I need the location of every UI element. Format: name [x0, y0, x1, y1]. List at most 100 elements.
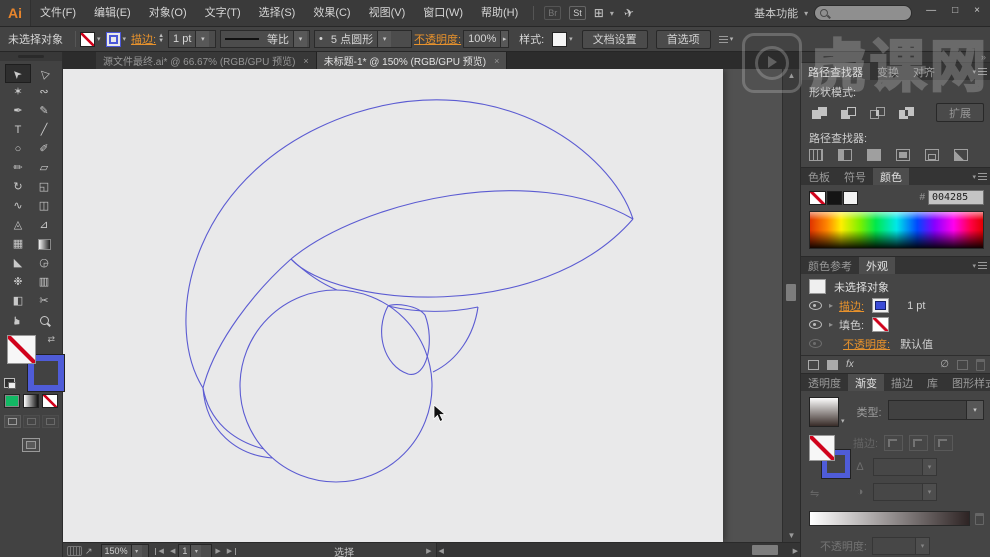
- horizontal-scrollbar[interactable]: ◀ ▶: [435, 543, 800, 557]
- merge-button[interactable]: [867, 149, 881, 161]
- tab-align[interactable]: 对齐: [906, 63, 942, 80]
- color-spectrum[interactable]: [809, 211, 984, 249]
- gradient-button[interactable]: [23, 394, 39, 408]
- draw-normal-button[interactable]: [3, 415, 21, 428]
- perspective-grid-tool[interactable]: ⊿: [31, 216, 57, 235]
- vertical-scrollbar[interactable]: ▲ ▼: [782, 69, 800, 543]
- tab-color[interactable]: 颜色: [873, 168, 909, 185]
- tab-stroke[interactable]: 描边: [884, 374, 920, 391]
- chevron-down-icon[interactable]: ▾: [377, 31, 392, 47]
- visibility-eye-icon[interactable]: [809, 301, 822, 310]
- scroll-up-icon[interactable]: ▲: [783, 71, 800, 80]
- app-logo[interactable]: Ai: [0, 0, 31, 26]
- artboard[interactable]: [63, 69, 723, 543]
- add-effect-icon[interactable]: fx: [846, 359, 854, 370]
- eraser-tool[interactable]: ▱: [31, 159, 57, 178]
- visibility-eye-icon[interactable]: [809, 320, 822, 329]
- menu-6[interactable]: 效果(C): [304, 0, 359, 26]
- delete-item-icon[interactable]: [976, 358, 985, 371]
- pen-tool[interactable]: ✒: [5, 102, 31, 121]
- menu-1[interactable]: 文件(F): [31, 0, 85, 26]
- minus-back-button[interactable]: [954, 149, 968, 161]
- color-button[interactable]: [4, 394, 20, 408]
- stock-button[interactable]: St: [569, 6, 586, 20]
- stroke-link[interactable]: 描边:: [839, 298, 864, 314]
- hand-tool[interactable]: ☛: [5, 311, 31, 330]
- chevron-down-icon[interactable]: ▾: [123, 35, 127, 43]
- draw-inside-button[interactable]: [41, 415, 59, 428]
- unite-button[interactable]: [809, 105, 829, 121]
- mesh-tool[interactable]: ▦: [5, 235, 31, 254]
- toolbar-drag-handle[interactable]: [0, 52, 62, 61]
- gradient-type-dropdown[interactable]: ▾: [887, 400, 984, 420]
- stroke-color-swatch[interactable]: [872, 298, 890, 313]
- teardrop[interactable]: [381, 304, 430, 376]
- scroll-right-icon[interactable]: ▶: [793, 547, 798, 555]
- collapse-dock-icon[interactable]: »: [981, 52, 986, 62]
- first-artboard-icon[interactable]: [154, 547, 156, 555]
- lasso-tool[interactable]: ∾: [31, 83, 57, 102]
- crop-button[interactable]: [896, 149, 910, 161]
- draw-behind-button[interactable]: [22, 415, 40, 428]
- opacity-panel-link[interactable]: 不透明度:: [414, 31, 461, 47]
- opacity-combo[interactable]: 100% ▸: [463, 30, 510, 48]
- stroke-swatch[interactable]: [105, 31, 121, 47]
- next-artboard-icon[interactable]: ▶: [215, 547, 220, 555]
- stroke-width-combo[interactable]: 1 pt ▾: [168, 30, 217, 48]
- menu-5[interactable]: 选择(S): [250, 0, 305, 26]
- blend-tool[interactable]: ◶: [31, 254, 57, 273]
- magic-wand-tool[interactable]: ✶: [5, 83, 31, 102]
- chevron-down-icon[interactable]: ▾: [293, 31, 308, 47]
- style-swatch[interactable]: [552, 31, 568, 47]
- close-tab-icon[interactable]: ×: [303, 56, 308, 66]
- close-button[interactable]: ×: [974, 5, 980, 16]
- maximize-button[interactable]: □: [952, 5, 958, 16]
- scroll-down-icon[interactable]: ▼: [783, 531, 800, 540]
- chevron-down-icon[interactable]: ▾: [195, 31, 210, 47]
- document-tab-1[interactable]: 源文件最终.ai* @ 66.67% (RGB/GPU 预览) ×: [96, 52, 317, 70]
- hex-value-field[interactable]: 004285: [928, 190, 984, 205]
- clear-appearance-icon[interactable]: ∅: [940, 359, 949, 370]
- tab-pathfinder[interactable]: 路径查找器: [801, 63, 870, 80]
- paintbrush-tool[interactable]: ✐: [31, 140, 57, 159]
- menu-2[interactable]: 编辑(E): [85, 0, 140, 26]
- column-graph-tool[interactable]: ▥: [31, 273, 57, 292]
- tab-swatches[interactable]: 色板: [801, 168, 837, 185]
- menu-8[interactable]: 窗口(W): [414, 0, 472, 26]
- menu-4[interactable]: 文字(T): [196, 0, 250, 26]
- white-swatch[interactable]: [843, 190, 858, 205]
- tab-symbols[interactable]: 符号: [837, 168, 873, 185]
- leaf-top-edge[interactable]: [290, 190, 634, 260]
- tab-transparency[interactable]: 透明度: [801, 374, 848, 391]
- scale-tool[interactable]: ◱: [31, 178, 57, 197]
- tab-appearance[interactable]: 外观: [859, 257, 895, 274]
- rotate-tool[interactable]: ↻: [5, 178, 31, 197]
- share-icon[interactable]: ↗: [85, 546, 93, 557]
- width-tool[interactable]: ∿: [5, 197, 31, 216]
- gradient-tool[interactable]: [31, 235, 57, 254]
- gradient-thumbnail[interactable]: [809, 397, 839, 427]
- add-stroke-icon[interactable]: [808, 359, 819, 370]
- artboard-tool[interactable]: ◧: [5, 292, 31, 311]
- direct-selection-tool[interactable]: ▷: [31, 64, 57, 83]
- gpu-performance-icon[interactable]: ✈: [622, 5, 635, 21]
- stroke-width-stepper[interactable]: ▲ ▼: [158, 33, 164, 44]
- outline-button[interactable]: [925, 149, 939, 161]
- none-button[interactable]: [42, 394, 58, 408]
- tab-transform[interactable]: 变换: [870, 63, 906, 80]
- artboard-number-combo[interactable]: 1 ▾: [178, 544, 213, 557]
- leaf-bottom-edge[interactable]: [290, 219, 634, 299]
- minimize-button[interactable]: —: [926, 5, 936, 16]
- default-fill-stroke-icon[interactable]: [4, 378, 16, 389]
- fill-swatch[interactable]: [80, 31, 95, 47]
- add-fill-icon[interactable]: [827, 359, 838, 370]
- expand-button[interactable]: 扩展: [936, 103, 984, 122]
- intersect-button[interactable]: [867, 105, 887, 121]
- divide-button[interactable]: [809, 149, 823, 161]
- chevron-down-icon[interactable]: ▾: [97, 35, 101, 43]
- screen-mode-button[interactable]: [22, 438, 40, 452]
- pasteboard[interactable]: [63, 69, 782, 543]
- slice-tool[interactable]: ✂: [31, 292, 57, 311]
- fill-proxy-none[interactable]: [809, 435, 835, 461]
- eyedropper-tool[interactable]: ◣: [5, 254, 31, 273]
